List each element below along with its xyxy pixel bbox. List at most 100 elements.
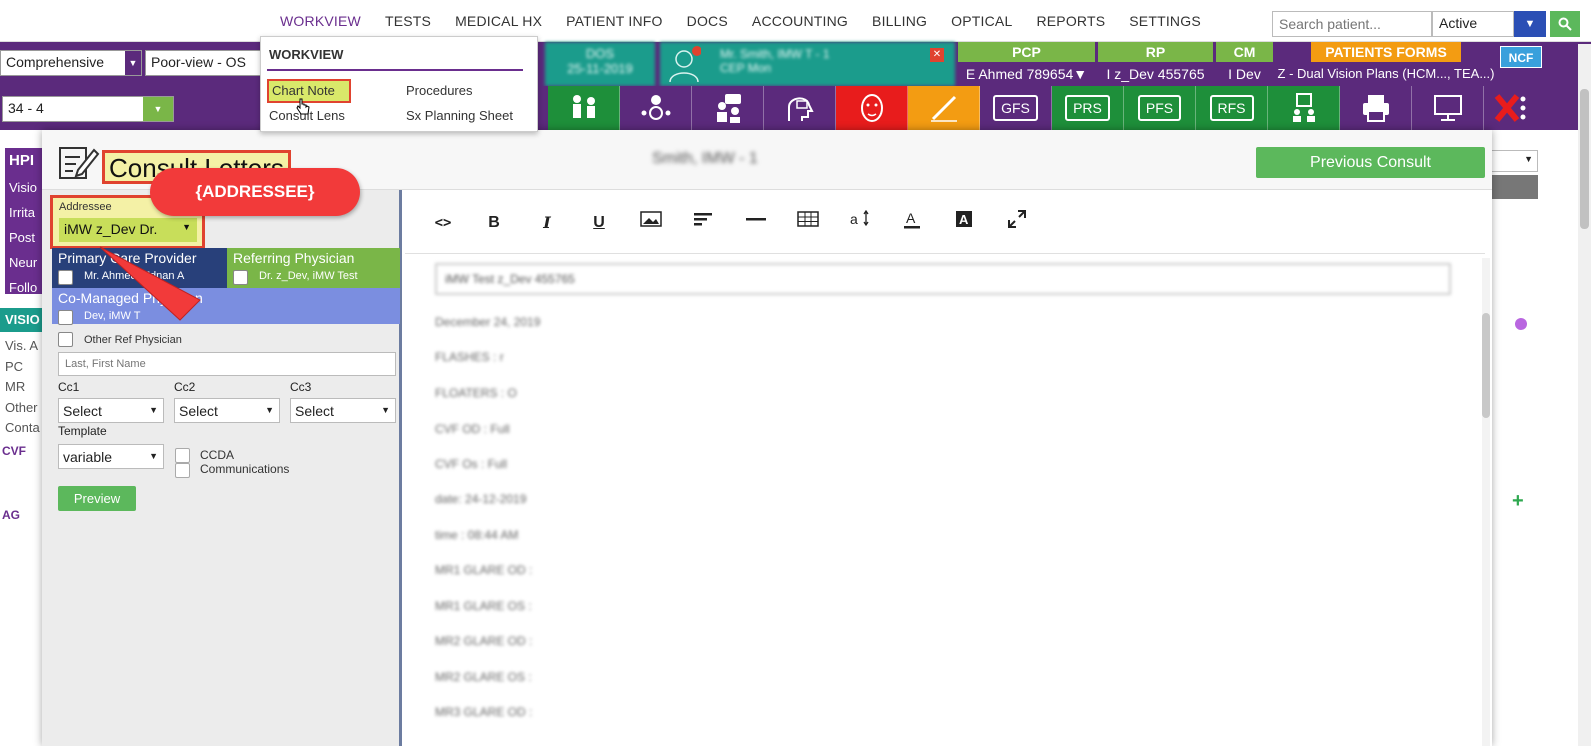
vision-item[interactable]: MR xyxy=(5,377,40,398)
insert-image-button[interactable] xyxy=(638,210,664,236)
pcp-header[interactable]: PCP E Ahmed 789654▼ xyxy=(958,42,1095,86)
editor-scroll-thumb[interactable] xyxy=(1482,313,1490,418)
template-select[interactable]: variable ▼ xyxy=(58,444,164,469)
vision-item[interactable]: Other xyxy=(5,398,40,419)
visit-select[interactable]: 34 - 4 ▼ xyxy=(2,96,174,122)
hpi-item[interactable]: Visio xyxy=(9,175,41,200)
cvf-label[interactable]: CVF xyxy=(2,444,26,458)
editor-content[interactable] xyxy=(405,254,1480,746)
add-icon[interactable]: + xyxy=(1512,490,1524,513)
hpi-item[interactable]: Post xyxy=(9,225,41,250)
underline-button[interactable]: U xyxy=(586,210,612,236)
italic-button[interactable]: I xyxy=(534,210,560,236)
hpi-item[interactable]: Neur xyxy=(9,250,41,275)
edit-document-icon xyxy=(59,147,100,179)
printer-icon xyxy=(1362,95,1389,122)
ccda-checkbox[interactable] xyxy=(175,448,190,463)
dos-label: DOS xyxy=(585,46,615,61)
workview-dropdown: WORKVIEW Chart Note Procedures Consult L… xyxy=(260,36,538,132)
visit-select-value: 34 - 4 xyxy=(8,100,44,116)
monitor-button[interactable] xyxy=(1412,86,1484,130)
view-select-value: Poor-view - OS xyxy=(151,54,246,70)
cm-header[interactable]: CM I Dev xyxy=(1216,42,1273,86)
menu-item-procedures[interactable]: Procedures xyxy=(406,83,472,98)
face-button[interactable] xyxy=(836,86,908,130)
vision-header[interactable]: VISIO xyxy=(0,308,44,332)
editor-scrollbar[interactable] xyxy=(1482,258,1490,746)
nav-settings[interactable]: SETTINGS xyxy=(1117,0,1213,42)
font-color-button[interactable]: A xyxy=(899,210,925,236)
rfs-button[interactable]: RFS xyxy=(1196,86,1268,130)
surgery-button[interactable] xyxy=(908,86,980,130)
nav-reports[interactable]: REPORTS xyxy=(1024,0,1117,42)
nav-docs[interactable]: DOCS xyxy=(675,0,740,42)
network-button[interactable] xyxy=(620,86,692,130)
search-button[interactable] xyxy=(1550,11,1580,37)
status-select[interactable]: Active xyxy=(1432,11,1514,37)
close-chart-button[interactable] xyxy=(1484,86,1534,130)
code-view-button[interactable]: <> xyxy=(430,210,456,236)
vision-item[interactable]: Conta xyxy=(5,418,40,439)
rp-checkbox[interactable] xyxy=(233,270,248,285)
hpi-item[interactable]: Irrita xyxy=(9,200,41,225)
ncf-button[interactable]: NCF xyxy=(1500,46,1542,68)
font-size-icon: a xyxy=(850,209,869,227)
physician-name-input[interactable] xyxy=(58,352,396,376)
preview-button[interactable]: Preview xyxy=(58,486,136,511)
previous-consult-button[interactable]: Previous Consult xyxy=(1256,147,1485,178)
other-ref-physician-checkbox[interactable] xyxy=(58,332,73,347)
cm-value: I Dev xyxy=(1228,66,1261,82)
print-button[interactable] xyxy=(1340,86,1412,130)
horizontal-rule-button[interactable] xyxy=(743,210,769,236)
background-color-button[interactable]: A xyxy=(951,210,977,236)
rp-header[interactable]: RP I z_Dev 455765 xyxy=(1098,42,1213,86)
addressee-select[interactable]: iMW z_Dev Dr. ▼ xyxy=(59,218,197,242)
exam-type-select[interactable]: Comprehensive ▼ xyxy=(0,50,142,76)
close-patient-icon[interactable]: ✕ xyxy=(930,48,944,62)
ag-label[interactable]: AG xyxy=(2,508,20,522)
font-size-button[interactable]: a xyxy=(847,209,873,236)
addressee-value: iMW z_Dev Dr. xyxy=(64,221,158,237)
hpi-item[interactable]: Follo xyxy=(9,275,41,300)
cc2-select[interactable]: Select ▼ xyxy=(174,398,280,423)
nav-patient-info[interactable]: PATIENT INFO xyxy=(554,0,675,42)
fullscreen-button[interactable] xyxy=(1004,210,1030,236)
cm-checkbox[interactable] xyxy=(58,310,73,325)
vision-item[interactable]: PC xyxy=(5,357,40,378)
letter-header-line[interactable]: iMW Test z_Dev 455765 xyxy=(435,263,1451,295)
patient-info-box[interactable]: Mr. Smith, IMW T - 1 CEP Mon xyxy=(660,42,955,86)
education-button[interactable] xyxy=(764,86,836,130)
referring-physician-group: Referring Physician Dr. z_Dev, iMW Test xyxy=(227,248,400,288)
cc3-select[interactable]: Select ▼ xyxy=(290,398,396,423)
view-select[interactable]: Poor-view - OS xyxy=(145,50,263,76)
counseling-button[interactable] xyxy=(692,86,764,130)
primary-care-provider-group: Primary Care Provider Mr. Ahmed, Ednan A xyxy=(52,248,227,288)
nav-optical[interactable]: OPTICAL xyxy=(939,0,1024,42)
rp-value: I z_Dev 455765 xyxy=(1106,66,1205,82)
page-scroll-thumb[interactable] xyxy=(1580,89,1589,229)
nav-accounting[interactable]: ACCOUNTING xyxy=(740,0,860,42)
chevron-down-icon: ▼ xyxy=(265,405,274,415)
prs-button[interactable]: PRS xyxy=(1052,86,1124,130)
right-select[interactable]: ▼ xyxy=(1490,150,1538,172)
cc1-select[interactable]: Select ▼ xyxy=(58,398,164,423)
exam-patient-button[interactable] xyxy=(548,86,620,130)
template-label: Template xyxy=(58,424,107,438)
insert-table-button[interactable] xyxy=(795,210,821,236)
patient-forms-header[interactable]: PATIENTS FORMS Z - Dual Vision Plans (HC… xyxy=(1276,42,1496,86)
search-patient-input[interactable] xyxy=(1272,11,1432,37)
nav-billing[interactable]: BILLING xyxy=(860,0,939,42)
menu-divider xyxy=(267,69,523,71)
bold-button[interactable]: B xyxy=(481,210,507,236)
status-dropdown-button[interactable]: ▼ xyxy=(1514,11,1546,37)
align-button[interactable] xyxy=(690,210,716,236)
pfs-button[interactable]: PFS xyxy=(1124,86,1196,130)
menu-item-sx-planning-sheet[interactable]: Sx Planning Sheet xyxy=(406,108,513,123)
page-scrollbar[interactable] xyxy=(1578,44,1591,746)
vision-item[interactable]: Vis. A xyxy=(5,336,40,357)
communications-checkbox[interactable] xyxy=(175,463,190,478)
gfs-button[interactable]: GFS xyxy=(980,86,1052,130)
doctor-patient-icon xyxy=(572,95,595,118)
consult-button[interactable] xyxy=(1268,86,1340,130)
pcp-checkbox[interactable] xyxy=(58,270,73,285)
